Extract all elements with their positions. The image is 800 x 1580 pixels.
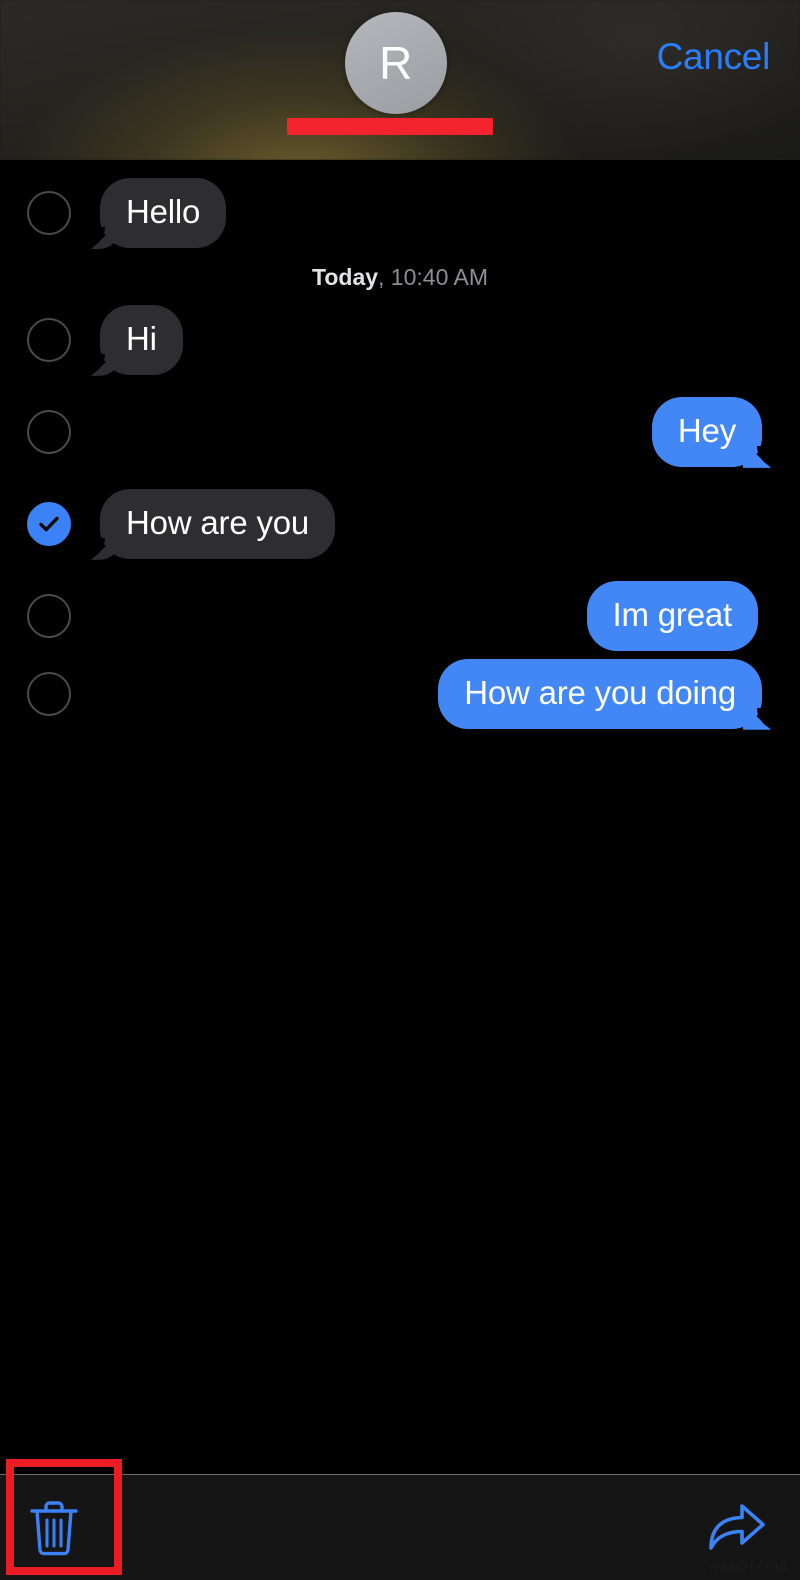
forward-arrow-icon [709,1503,765,1550]
delete-button[interactable] [28,1499,80,1557]
timestamp-time: , 10:40 AM [378,263,488,290]
checkmark-icon [39,516,59,532]
name-redaction-bar [287,118,493,135]
watermark: wsxdn.com [708,1557,788,1574]
message-select-checkbox[interactable] [27,593,71,638]
message-row[interactable]: Hi [0,304,800,376]
timestamp-day: Today [312,263,379,290]
message-row[interactable]: Hello [0,178,800,249]
message-row[interactable]: Hey [0,396,800,468]
message-select-checkbox[interactable] [27,501,71,546]
selection-toolbar: wsxdn.com [0,1459,800,1580]
message-row[interactable]: Im great [0,580,800,651]
forward-button[interactable] [706,1500,768,1556]
cancel-button[interactable]: Cancel [657,36,771,78]
message-bubble[interactable]: How are you doing [438,658,779,730]
messages-selection-screen: R Cancel Hello Today, 10:40 AM Hi Hey Ho… [0,0,800,1580]
message-bubble[interactable]: How are you [82,488,336,560]
trash-icon [30,1500,78,1555]
message-bubble[interactable]: Hey [651,396,780,468]
message-bubble[interactable]: Im great [586,580,758,651]
message-bubble[interactable]: Hi [83,304,183,376]
message-select-checkbox[interactable] [27,671,71,716]
message-select-checkbox[interactable] [27,317,71,362]
conversation-header: R Cancel [0,0,800,160]
message-thread[interactable]: Hello Today, 10:40 AM Hi Hey How are you… [0,160,800,1474]
avatar-initial: R [379,37,413,89]
message-select-checkbox[interactable] [27,190,71,235]
message-bubble[interactable]: Hello [82,178,227,249]
message-select-checkbox[interactable] [27,409,71,454]
thread-timestamp: Today, 10:40 AM [0,248,800,305]
message-row[interactable]: How are you doing [0,658,800,730]
avatar[interactable]: R [345,12,447,114]
message-row[interactable]: How are you [0,488,800,560]
